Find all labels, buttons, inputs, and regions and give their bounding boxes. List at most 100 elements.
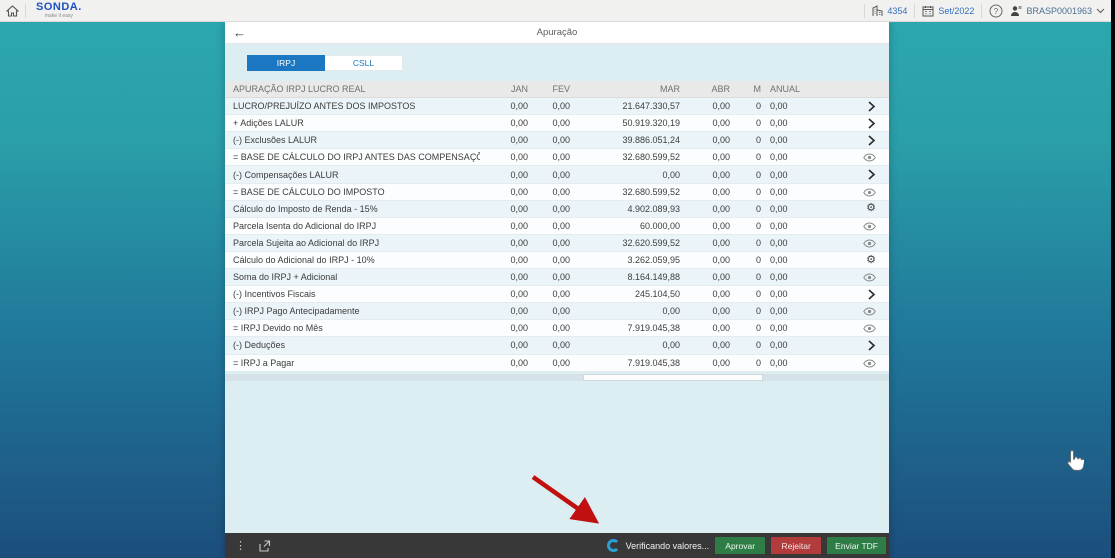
table-row[interactable]: (-) Deduções0,000,000,000,0000,00 <box>225 337 889 354</box>
back-button[interactable]: ← <box>233 25 246 40</box>
divider <box>981 4 982 18</box>
tab-irpj[interactable]: IRPJ <box>247 55 325 71</box>
cell-abr: 0,00 <box>680 135 730 145</box>
row-action <box>811 152 889 162</box>
tab-bar: IRPJ CSLL <box>247 55 403 71</box>
table-row[interactable]: (-) Compensações LALUR0,000,000,000,0000… <box>225 166 889 183</box>
cell-mar: 3.262.059,95 <box>570 255 680 265</box>
eye-icon[interactable] <box>863 324 876 333</box>
cell-mar: 21.647.330,57 <box>570 101 680 111</box>
cell-anual: 0,00 <box>761 323 811 333</box>
eye-icon[interactable] <box>863 307 876 316</box>
table-row[interactable]: = IRPJ Devido no Mês0,000,007.919.045,38… <box>225 320 889 337</box>
cell-fev: 0,00 <box>528 118 570 128</box>
cell-mai: 0 <box>730 152 761 162</box>
home-icon[interactable] <box>6 5 19 17</box>
cell-anual: 0,00 <box>761 221 811 231</box>
calendar-icon <box>922 5 934 17</box>
table-row[interactable]: Soma do IRPJ + Adicional0,000,008.164.14… <box>225 269 889 286</box>
cell-mai: 0 <box>730 255 761 265</box>
row-action <box>811 187 889 197</box>
panel-header: ← Apuração <box>225 22 889 44</box>
cell-mar: 32.620.599,52 <box>570 238 680 248</box>
chevron-right-icon[interactable] <box>867 118 876 129</box>
cell-mar: 32.680.599,52 <box>570 152 680 162</box>
cell-label: = BASE DE CÁLCULO DO IRPJ ANTES DAS COMP… <box>225 152 480 162</box>
eye-icon[interactable] <box>863 239 876 248</box>
apuracao-panel: ← Apuração IRPJ CSLL APURAÇÃO IRPJ LUCRO… <box>225 22 889 558</box>
column-header-jan: JAN <box>480 84 528 94</box>
cell-abr: 0,00 <box>680 118 730 128</box>
chevron-right-icon[interactable] <box>867 340 876 351</box>
row-action <box>811 357 889 367</box>
send-tdf-button[interactable]: Enviar TDF <box>827 537 886 554</box>
eye-icon[interactable] <box>863 188 876 197</box>
cell-label: Cálculo do Imposto de Renda - 15% <box>225 204 480 214</box>
cell-mar: 0,00 <box>570 306 680 316</box>
table-row[interactable]: = BASE DE CÁLCULO DO IMPOSTO0,000,0032.6… <box>225 184 889 201</box>
tab-csll[interactable]: CSLL <box>325 55 403 71</box>
cell-fev: 0,00 <box>528 358 570 368</box>
cell-mai: 0 <box>730 221 761 231</box>
cell-fev: 0,00 <box>528 289 570 299</box>
cell-abr: 0,00 <box>680 204 730 214</box>
table-row[interactable]: Cálculo do Imposto de Renda - 15% 0,00 0,0… <box>225 201 889 218</box>
column-header-fev: FEV <box>528 84 570 94</box>
user-id: BRASP0001963 <box>1026 6 1092 16</box>
eye-icon[interactable] <box>863 222 876 231</box>
cell-label: (-) Deduções <box>225 340 480 350</box>
screen-edge-strip <box>1111 0 1115 558</box>
scroll-thumb[interactable] <box>583 374 763 381</box>
cell-anual: 0,00 <box>761 204 811 214</box>
approve-button[interactable]: Aprovar <box>715 537 765 554</box>
help-button[interactable]: ? <box>989 4 1003 18</box>
status-spinner <box>607 539 620 552</box>
user-menu[interactable]: BRASP0001963 <box>1010 5 1105 17</box>
table-row[interactable]: LUCRO/PREJUÍZO ANTES DOS IMPOSTOS0,000,0… <box>225 98 889 115</box>
chevron-down-icon <box>1096 8 1105 14</box>
table-row[interactable]: + Adições LALUR0,000,0050.919.320,190,00… <box>225 115 889 132</box>
table-row[interactable]: Parcela Isenta do Adicional do IRPJ0,000… <box>225 218 889 235</box>
reject-button[interactable]: Rejeitar <box>771 537 821 554</box>
chevron-right-icon[interactable] <box>867 101 876 112</box>
eye-icon[interactable] <box>863 273 876 282</box>
table-row[interactable]: (-) IRPJ Pago Antecipadamente0,000,000,0… <box>225 303 889 320</box>
table-row[interactable]: (-) Incentivos Fiscais0,000,00245.104,50… <box>225 286 889 303</box>
gear-icon[interactable]: ⚙ <box>866 255 876 266</box>
period-selector[interactable]: Set/2022 <box>922 5 974 17</box>
table-row[interactable]: Parcela Sujeita ao Adicional do IRPJ0,00… <box>225 235 889 252</box>
kebab-menu-button[interactable]: ⋮ <box>235 539 246 552</box>
cell-mar: 7.919.045,38 <box>570 358 680 368</box>
cell-fev: 0,00 <box>528 255 570 265</box>
cell-jan: 0,00 <box>480 135 528 145</box>
svg-text:?: ? <box>994 7 999 16</box>
table-row[interactable]: Cálculo do Adicional do IRPJ - 10%0,000,… <box>225 252 889 269</box>
cell-fev: 0,00 <box>528 170 570 180</box>
chevron-right-icon[interactable] <box>867 169 876 180</box>
cell-fev: 0,00 <box>528 323 570 333</box>
org-selector[interactable]: 4354 <box>872 5 907 17</box>
cell-jan: 0,00 <box>480 118 528 128</box>
topbar: SONDA. make it easy 4354 Set/2022 ? <box>0 0 1115 22</box>
table-row[interactable]: = BASE DE CÁLCULO DO IRPJ ANTES DAS COMP… <box>225 149 889 166</box>
cell-jan: 0,00 <box>480 272 528 282</box>
cell-anual: 0,00 <box>761 118 811 128</box>
cell-abr: 0,00 <box>680 323 730 333</box>
cell-abr: 0,00 <box>680 306 730 316</box>
table-row[interactable]: = IRPJ a Pagar0,000,007.919.045,380,0000… <box>225 355 889 372</box>
row-action: ⚙ <box>811 203 889 214</box>
cell-jan: 0,00 <box>480 323 528 333</box>
period-value: Set/2022 <box>938 6 974 16</box>
chevron-right-icon[interactable] <box>867 135 876 146</box>
cell-mai: 0 <box>730 135 761 145</box>
divider <box>864 4 865 18</box>
table-row[interactable]: (-) Exclusões LALUR0,000,0039.886.051,24… <box>225 132 889 149</box>
chevron-right-icon[interactable] <box>867 289 876 300</box>
cell-mar: 50.919.320,19 <box>570 118 680 128</box>
gear-icon[interactable]: ⚙ <box>866 203 876 214</box>
cell-anual: 0,00 <box>761 187 811 197</box>
eye-icon[interactable] <box>863 359 876 368</box>
column-header-anual: ANUAL <box>761 84 811 94</box>
share-icon[interactable] <box>258 540 271 552</box>
eye-icon[interactable] <box>863 153 876 162</box>
